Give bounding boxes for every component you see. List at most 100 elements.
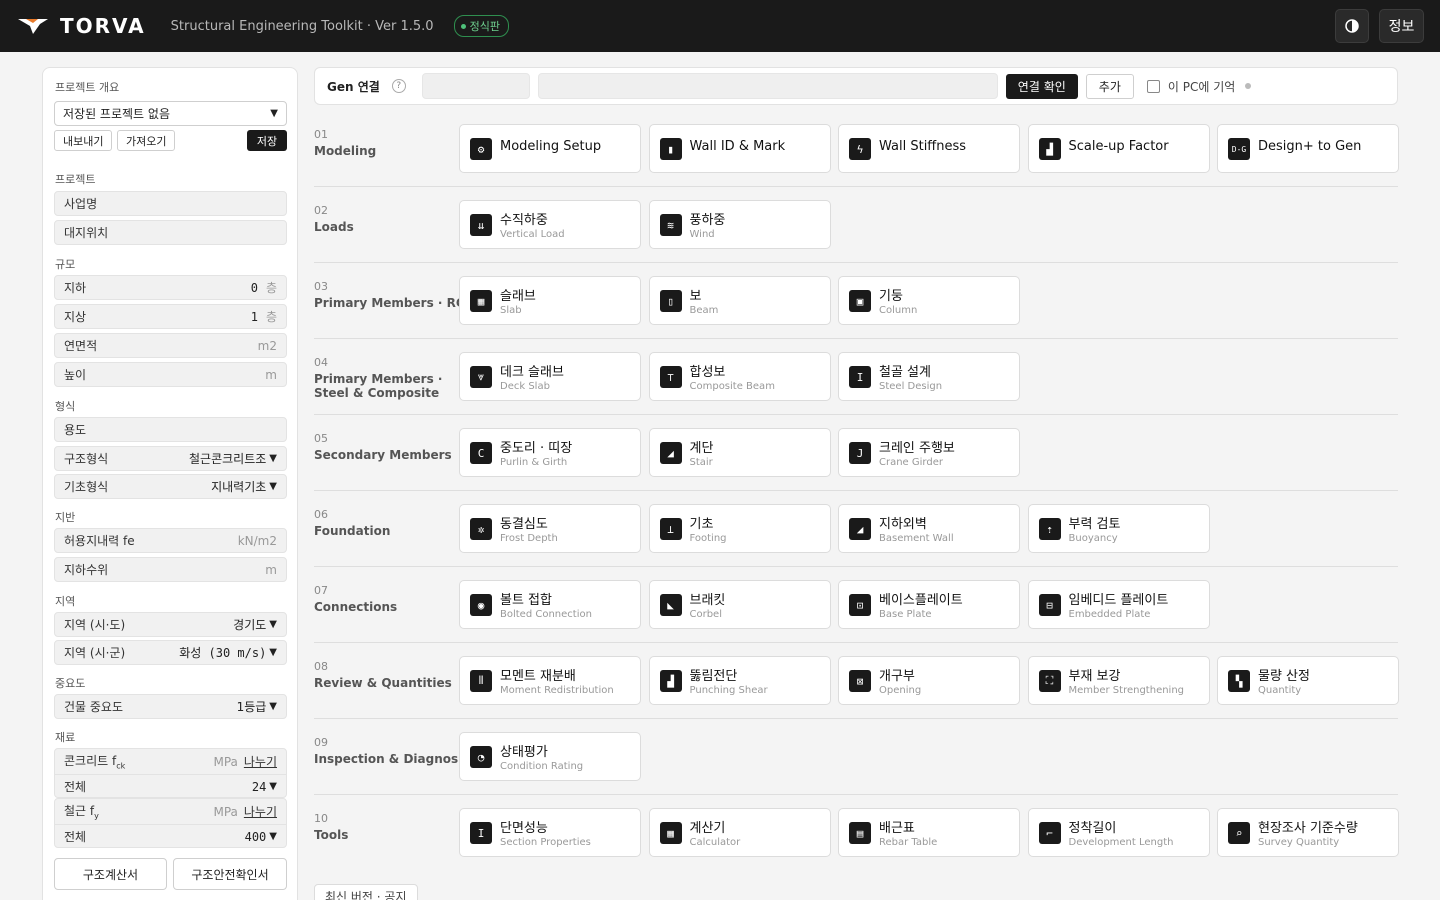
tool-card[interactable]: ⩔ 데크 슬래브 Deck Slab xyxy=(459,352,641,401)
help-icon[interactable]: ? xyxy=(391,79,406,93)
tool-card[interactable]: ⇡ 부력 검토 Buoyancy xyxy=(1027,504,1210,553)
tool-card[interactable]: ⛶ 부재 보강 Member Strengthening xyxy=(1027,656,1210,705)
tool-card[interactable]: ⊡ 베이스플레이트 Base Plate xyxy=(838,580,1020,629)
tool-card[interactable]: ⌐ 정착길이 Development Length xyxy=(1027,808,1210,857)
tool-card[interactable]: J 크레인 주행보 Crane Girder xyxy=(838,428,1020,477)
tool-card[interactable]: ⚙ Modeling Setup xyxy=(459,124,641,173)
water-level-field[interactable]: 지하수위 m xyxy=(54,557,287,582)
safety-report-button[interactable]: 구조안전확인서 xyxy=(173,858,287,890)
tool-card-title: 계단 xyxy=(689,441,714,456)
tool-card[interactable]: ◣ 브래킷 Corbel xyxy=(648,580,831,629)
tool-card[interactable]: ▮ Wall ID & Mark xyxy=(648,124,831,173)
category-number: 01 xyxy=(314,128,328,141)
rebar-split-link[interactable]: 나누기 xyxy=(244,803,277,820)
gen-host-input[interactable] xyxy=(421,73,530,99)
floor-area-field[interactable]: 연면적 m2 xyxy=(54,333,287,358)
site-placeholder: 대지위치 xyxy=(64,226,109,240)
above-floors-field[interactable]: 지상 1 층 xyxy=(54,304,287,329)
tool-card[interactable]: C 중도리 · 띠장 Purlin & Girth xyxy=(459,428,641,477)
moment-icon: ⫴ xyxy=(470,670,492,692)
connect-button[interactable]: 연결 확인 xyxy=(1005,73,1078,99)
theme-toggle-button[interactable] xyxy=(1335,9,1369,43)
site-field[interactable]: 대지위치 xyxy=(54,220,287,245)
category-name: Loads xyxy=(314,220,354,234)
tool-card[interactable]: I 철골 설계 Steel Design xyxy=(838,352,1020,401)
foundation-type-select[interactable]: 기초형식 지내력기초 ▼ xyxy=(54,474,287,499)
basement-floors-field[interactable]: 지하 0 층 xyxy=(54,275,287,300)
crane-icon: J xyxy=(849,442,871,464)
tool-card[interactable]: ▣ 기둥 Column xyxy=(838,276,1020,325)
tool-card[interactable]: ✲ 동결심도 Frost Depth xyxy=(459,504,641,553)
type-label: 형식 xyxy=(55,400,76,413)
structure-type-select[interactable]: 구조형식 철근콘크리트조 ▼ xyxy=(54,446,287,471)
rebar-value: 400 xyxy=(244,829,267,844)
tool-card[interactable]: ◔ 상태평가 Condition Rating xyxy=(459,732,641,781)
tool-card[interactable]: ◢ 계단 Stair xyxy=(648,428,831,477)
above-value: 1 xyxy=(250,309,258,324)
tool-card-title: 동결심도 xyxy=(500,517,548,532)
tool-card[interactable]: ⌕ 현장조사 기준수량 Survey Quantity xyxy=(1217,808,1399,857)
tool-card[interactable]: D-G Design+ to Gen xyxy=(1217,124,1399,173)
bolt-icon: ◉ xyxy=(470,594,492,616)
tool-card[interactable]: ▚ 물량 산정 Quantity xyxy=(1217,656,1399,705)
concrete-select[interactable]: 전체 24 ▼ xyxy=(55,774,286,798)
bearing-capacity-field[interactable]: 허용지내력 fe kN/m2 xyxy=(54,528,287,553)
remember-label: 이 PC에 기억 xyxy=(1167,79,1236,94)
info-button[interactable]: 정보 xyxy=(1379,9,1424,43)
importance-select[interactable]: 건물 중요도 1등급 ▼ xyxy=(54,694,287,719)
tool-card[interactable]: ⊠ 개구부 Opening xyxy=(838,656,1020,705)
concrete-split-link[interactable]: 나누기 xyxy=(244,753,277,770)
add-button[interactable]: 추가 xyxy=(1085,73,1134,99)
category-name: Modeling xyxy=(314,144,377,158)
export-button[interactable]: 내보내기 xyxy=(54,130,113,151)
category-number: 08 xyxy=(314,660,328,673)
tool-card[interactable]: ⫴ 모멘트 재분배 Moment Redistribution xyxy=(459,656,641,705)
notice-tab[interactable]: 최신 버전 · 공지 xyxy=(314,884,418,900)
project-select[interactable]: 저장된 프로젝트 없음 ▼ xyxy=(54,101,287,126)
gen-key-input[interactable] xyxy=(537,73,998,99)
region-city-select[interactable]: 지역 (시·군) 화성 (30 m/s) ▼ xyxy=(54,640,287,665)
tool-card[interactable]: ⊤ 합성보 Composite Beam xyxy=(648,352,831,401)
tool-card[interactable]: ▤ 배근표 Rebar Table xyxy=(838,808,1020,857)
usage-field[interactable]: 용도 xyxy=(54,417,287,442)
tool-card[interactable]: ≋ 풍하중 Wind xyxy=(648,200,831,249)
tool-card[interactable]: ⊟ 임베디드 플레이트 Embedded Plate xyxy=(1027,580,1210,629)
height-field[interactable]: 높이 m xyxy=(54,362,287,387)
tool-card[interactable]: ▯ 보 Beam xyxy=(648,276,831,325)
remember-checkbox[interactable] xyxy=(1146,79,1160,93)
punching-icon: ▟ xyxy=(659,670,682,692)
category-name: Primary Members · xyxy=(314,372,443,386)
ground-label: 지반 xyxy=(55,511,76,524)
tool-card[interactable]: ◉ 볼트 접합 Bolted Connection xyxy=(459,580,641,629)
tool-card[interactable]: ▦ 계산기 Calculator xyxy=(648,808,831,857)
tool-card[interactable]: ▦ 슬래브 Slab xyxy=(459,276,641,325)
category-name: Foundation xyxy=(314,524,391,538)
tool-card[interactable]: I 단면성능 Section Properties xyxy=(459,808,641,857)
tool-card[interactable]: ϟ Wall Stiffness xyxy=(838,124,1020,173)
region-province-select[interactable]: 지역 (시·도) 경기도 ▼ xyxy=(54,612,287,637)
category-name: Inspection & Diagnosis xyxy=(314,752,470,766)
tool-card-subtitle: Corbel xyxy=(689,609,723,620)
import-button[interactable]: 가져오기 xyxy=(117,130,176,151)
tool-card[interactable]: ◢ 지하외벽 Basement Wall xyxy=(838,504,1020,553)
tool-card[interactable]: ▟ 뚫림전단 Punching Shear xyxy=(648,656,831,705)
basement-unit: 층 xyxy=(265,281,277,295)
remember-option[interactable]: 이 PC에 기억 xyxy=(1146,78,1252,95)
save-button[interactable]: 저장 xyxy=(247,130,287,151)
region2-value: 화성 (30 m/s) xyxy=(179,646,267,660)
tool-card-title: 수직하중 xyxy=(500,213,548,228)
tool-card-subtitle: Beam xyxy=(689,305,719,316)
tool-card-title: 부재 보강 xyxy=(1068,669,1121,684)
corbel-icon: ◣ xyxy=(659,594,682,616)
calculator-icon: ▦ xyxy=(659,822,682,844)
chevron-down-icon: ▼ xyxy=(269,781,277,792)
rebar-unit: MPa xyxy=(213,804,238,819)
rebar-select[interactable]: 전체 400 ▼ xyxy=(55,824,286,848)
tool-card[interactable]: ⊥ 기초 Footing xyxy=(648,504,831,553)
calculation-report-button[interactable]: 구조계산서 xyxy=(54,858,167,890)
tool-card[interactable]: ▟ Scale-up Factor xyxy=(1027,124,1210,173)
project-name-field[interactable]: 사업명 xyxy=(54,191,287,216)
tool-card-title: 베이스플레이트 xyxy=(879,593,963,608)
tool-card-subtitle: Column xyxy=(879,305,918,316)
tool-card[interactable]: ⇊ 수직하중 Vertical Load xyxy=(459,200,641,249)
